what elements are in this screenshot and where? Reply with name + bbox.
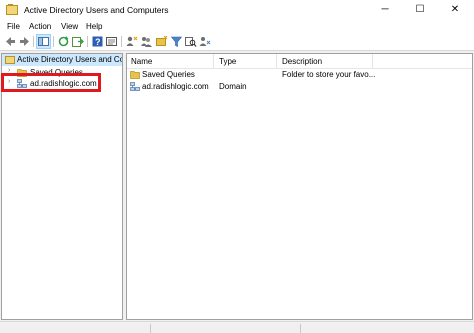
toolbar-separator xyxy=(121,36,122,47)
maximize-button[interactable]: ☐ xyxy=(403,0,437,20)
help-icon[interactable]: ? xyxy=(91,35,104,48)
list-row[interactable]: Saved Queries Folder to store your favo.… xyxy=(127,69,472,81)
toolbar: ? xyxy=(0,33,474,51)
cell-name: ad.radishlogic.com xyxy=(142,82,209,91)
minimize-button[interactable]: ─ xyxy=(368,0,402,20)
filter-icon[interactable] xyxy=(170,35,183,48)
menu-bar: File Action View Help xyxy=(0,20,474,33)
menu-help[interactable]: Help xyxy=(86,22,102,31)
properties-icon[interactable] xyxy=(105,35,118,48)
menu-view[interactable]: View xyxy=(61,22,78,31)
list-row[interactable]: ad.radishlogic.com Domain xyxy=(127,81,472,93)
add-to-group-icon[interactable] xyxy=(198,35,211,48)
toolbar-separator xyxy=(33,36,34,47)
tree-root-label: Active Directory Users and Com xyxy=(17,55,123,64)
export-list-icon[interactable] xyxy=(71,35,84,48)
highlight-annotation xyxy=(1,73,101,92)
refresh-icon[interactable] xyxy=(57,35,70,48)
forward-arrow-icon[interactable] xyxy=(18,35,31,48)
column-header-description[interactable]: Description xyxy=(278,54,373,68)
close-button[interactable]: ✕ xyxy=(438,0,472,20)
toolbar-separator xyxy=(53,36,54,47)
new-user-icon[interactable] xyxy=(125,35,138,48)
list-pane: Name Type Description Saved Queries Fold… xyxy=(126,53,473,320)
cell-description: Folder to store your favo... xyxy=(282,70,376,79)
new-group-icon[interactable] xyxy=(140,35,153,48)
status-divider xyxy=(300,324,301,333)
find-icon[interactable] xyxy=(184,35,197,48)
status-divider xyxy=(150,324,151,333)
column-header-label: Type xyxy=(219,57,237,66)
domain-icon xyxy=(130,82,140,91)
column-header-label: Description xyxy=(282,57,323,66)
cell-name: Saved Queries xyxy=(142,70,195,79)
svg-text:?: ? xyxy=(95,37,101,47)
toolbar-separator xyxy=(87,36,88,47)
folder-icon xyxy=(130,71,140,79)
tree-pane: Active Directory Users and Com › Saved Q… xyxy=(1,53,123,320)
column-header-label: Name xyxy=(131,57,153,66)
aduc-root-icon xyxy=(5,56,15,64)
tree-root-node[interactable]: Active Directory Users and Com xyxy=(2,54,123,66)
status-bar xyxy=(0,321,474,333)
show-tree-icon[interactable] xyxy=(36,34,51,49)
window-title: Active Directory Users and Computers xyxy=(24,5,169,15)
column-header-name[interactable]: Name xyxy=(127,54,214,68)
menu-action[interactable]: Action xyxy=(29,22,51,31)
app-window: Active Directory Users and Computers ─ ☐… xyxy=(0,0,474,333)
aduc-app-icon xyxy=(6,4,18,15)
title-bar: Active Directory Users and Computers ─ ☐… xyxy=(0,0,474,20)
back-arrow-icon[interactable] xyxy=(4,35,17,48)
menu-file[interactable]: File xyxy=(7,22,20,31)
cell-type: Domain xyxy=(219,82,247,91)
column-header-type[interactable]: Type xyxy=(215,54,277,68)
new-ou-icon[interactable] xyxy=(155,35,168,48)
